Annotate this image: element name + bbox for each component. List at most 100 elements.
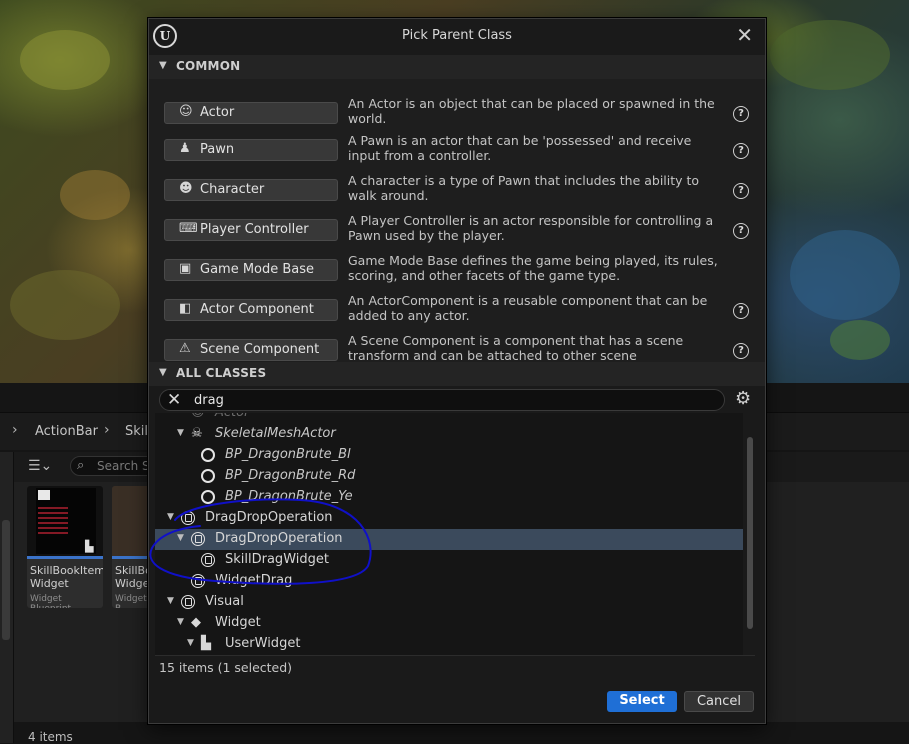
- class-search-value: drag: [194, 393, 224, 408]
- asset-tile[interactable]: ▙ SkillBookItem Widget Widget Blueprint: [27, 486, 103, 608]
- breadcrumb-chevron-icon[interactable]: ›: [12, 422, 18, 438]
- class-tree-label: BP_DragonBrute_Bl: [225, 447, 351, 462]
- common-section-label: COMMON: [176, 59, 241, 73]
- help-icon[interactable]: ?: [733, 343, 749, 359]
- class-button-label: Scene Component: [200, 342, 320, 357]
- class-tree-row[interactable]: ▼ DragDropOperation: [155, 508, 743, 529]
- asset-name: SkillBo Widge: [115, 564, 152, 590]
- class-button-actor[interactable]: ☺ Actor: [164, 102, 338, 124]
- class-tree-label: Visual: [205, 594, 244, 609]
- ring-icon: [201, 490, 215, 504]
- class-description: An ActorComponent is a reusable componen…: [348, 293, 708, 323]
- actor-icon: ☺: [191, 413, 205, 420]
- class-description: An Actor is an object that can be placed…: [348, 96, 715, 126]
- class-tree-label: BP_DragonBrute_Ye: [225, 489, 353, 504]
- class-button-character[interactable]: ☻ Character: [164, 179, 338, 201]
- character-icon: ☻: [179, 181, 193, 196]
- uobject-icon: [181, 595, 195, 609]
- widget-icon: ◆: [191, 615, 201, 630]
- widget-blueprint-icon: ▙: [85, 540, 94, 553]
- common-class-row: ☻ Character A character is a type of Pawn …: [149, 171, 765, 211]
- uobject-icon: [181, 511, 195, 525]
- expand-arrow-icon[interactable]: ▼: [187, 638, 194, 648]
- asset-type-bar: [112, 556, 152, 559]
- gamepad-icon: ⌨: [179, 221, 198, 236]
- class-button-scene-component[interactable]: ⚠ Scene Component: [164, 339, 338, 361]
- class-button-game-mode-base[interactable]: ▣ Game Mode Base: [164, 259, 338, 281]
- class-tree-row[interactable]: WidgetDrag: [155, 571, 743, 592]
- class-tree-row[interactable]: ▼ ☠ SkeletalMeshActor: [155, 424, 743, 445]
- expand-arrow-icon[interactable]: ▼: [177, 617, 184, 627]
- dialog-title: Pick Parent Class: [402, 28, 512, 43]
- class-button-pawn[interactable]: ♟ Pawn: [164, 139, 338, 161]
- class-button-label: Pawn: [200, 142, 235, 157]
- class-tree: ☺ Actor ▼ ☠ SkeletalMeshActor BP_DragonBrute_…: [155, 413, 743, 655]
- breadcrumb-item[interactable]: Skil: [125, 424, 148, 439]
- class-button-actor-component[interactable]: ◧ Actor Component: [164, 299, 338, 321]
- class-tree-row[interactable]: BP_DragonBrute_Bl: [155, 445, 743, 466]
- game-mode-icon: ▣: [179, 261, 192, 276]
- help-icon[interactable]: ?: [733, 106, 749, 122]
- class-tree-label: UserWidget: [225, 636, 301, 651]
- breadcrumb-chevron-icon[interactable]: ›: [104, 422, 110, 438]
- skeleton-icon: ☠: [191, 426, 203, 441]
- class-button-label: Character: [200, 182, 265, 197]
- collapse-arrow-icon: ▼: [159, 367, 167, 378]
- asset-tile[interactable]: SkillBo Widge Widget B: [112, 486, 152, 608]
- common-class-row: ♟ Pawn A Pawn is an actor that can be 'pos…: [149, 131, 765, 171]
- class-tree-label: DragDropOperation: [215, 531, 343, 546]
- ring-icon: [201, 469, 215, 483]
- common-classes-list: ☺ Actor An Actor is an object that can be …: [149, 79, 765, 378]
- asset-type: Widget B: [115, 594, 147, 608]
- common-section-header[interactable]: ▼ COMMON: [149, 55, 765, 79]
- dialog-titlebar[interactable]: U Pick Parent Class ✕: [149, 19, 765, 53]
- asset-name: SkillBookItem Widget: [30, 564, 103, 590]
- close-icon[interactable]: ✕: [736, 24, 753, 46]
- select-button[interactable]: Select: [607, 691, 677, 712]
- expand-arrow-icon[interactable]: ▼: [167, 596, 174, 606]
- asset-type: Widget Blueprint: [30, 594, 71, 608]
- content-search-placeholder: Search S: [97, 459, 150, 473]
- class-button-label: Actor: [200, 105, 235, 120]
- help-icon[interactable]: ?: [733, 143, 749, 159]
- class-tree-label: SkillDragWidget: [225, 552, 329, 567]
- class-tree-row[interactable]: BP_DragonBrute_Ye: [155, 487, 743, 508]
- common-class-row: ☺ Actor An Actor is an object that can be …: [149, 94, 765, 134]
- class-search-input[interactable]: ✕ drag: [159, 389, 725, 411]
- uobject-icon: [191, 574, 205, 588]
- class-tree-row[interactable]: ▼ Visual: [155, 592, 743, 613]
- class-description: Game Mode Base defines the game being pl…: [348, 253, 718, 283]
- filter-icon[interactable]: ☰⌄: [28, 458, 52, 474]
- help-icon[interactable]: ?: [733, 183, 749, 199]
- uobject-icon: [201, 553, 215, 567]
- class-tree-row[interactable]: ▼ ▙ UserWidget: [155, 634, 743, 655]
- expand-arrow-icon[interactable]: ▼: [177, 533, 184, 543]
- search-icon: ⌕: [77, 458, 85, 473]
- help-icon[interactable]: ?: [733, 223, 749, 239]
- class-tree-row[interactable]: ▼ ◆ Widget: [155, 613, 743, 634]
- footer-divider: [155, 655, 755, 656]
- user-widget-icon: ▙: [201, 636, 211, 651]
- class-tree-scrollbar-thumb[interactable]: [747, 437, 753, 629]
- class-tree-row[interactable]: SkillDragWidget: [155, 550, 743, 571]
- help-icon[interactable]: ?: [733, 303, 749, 319]
- pawn-icon: ♟: [179, 141, 191, 156]
- class-tree-row[interactable]: BP_DragonBrute_Rd: [155, 466, 743, 487]
- common-class-row: ◧ Actor Component An ActorComponent is a r…: [149, 291, 765, 331]
- class-tree-label: Actor: [215, 413, 249, 420]
- view-options-gear-icon[interactable]: ⚙: [735, 388, 751, 409]
- class-tree-row[interactable]: ☺ Actor: [155, 413, 743, 424]
- uobject-icon: [191, 532, 205, 546]
- sources-scrollbar[interactable]: [2, 520, 10, 640]
- cancel-button[interactable]: Cancel: [684, 691, 754, 712]
- all-classes-section-header[interactable]: ▼ ALL CLASSES: [149, 362, 765, 386]
- common-class-row: ⌨ Player Controller A Player Controller is…: [149, 211, 765, 251]
- class-search-row: ✕ drag ⚙: [149, 387, 765, 413]
- expand-arrow-icon[interactable]: ▼: [177, 428, 184, 438]
- class-description: A character is a type of Pawn that inclu…: [348, 173, 700, 203]
- breadcrumb-item[interactable]: ActionBar: [35, 424, 98, 439]
- class-button-player-controller[interactable]: ⌨ Player Controller: [164, 219, 338, 241]
- clear-search-icon[interactable]: ✕: [167, 390, 181, 410]
- expand-arrow-icon[interactable]: ▼: [167, 512, 174, 522]
- class-tree-row[interactable]: ▼ DragDropOperation: [155, 529, 743, 550]
